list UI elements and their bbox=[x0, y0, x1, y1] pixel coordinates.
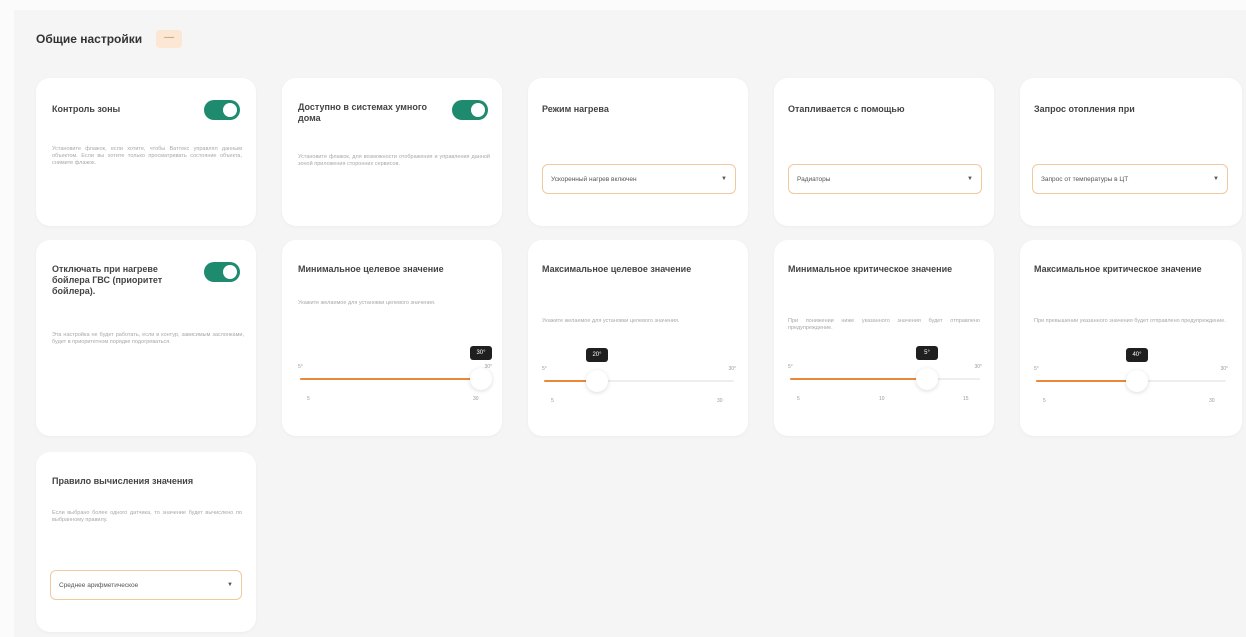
select-value: Ускоренный нагрев включен bbox=[551, 175, 637, 183]
tick-min: 5 bbox=[1043, 398, 1046, 404]
toggle-knob bbox=[223, 265, 237, 279]
slider-thumb[interactable] bbox=[470, 368, 492, 390]
smart-home-toggle[interactable] bbox=[452, 100, 488, 120]
toggle-knob bbox=[223, 103, 237, 117]
card-min-critical: Минимальное критическое значение При пон… bbox=[774, 240, 994, 436]
select-value: Запрос от температуры в ЦТ bbox=[1041, 175, 1129, 183]
slider-value-badge: 40° bbox=[1126, 348, 1148, 362]
card-max-target: Максимальное целевое значение Укажите же… bbox=[528, 240, 748, 436]
card-title: Контроль зоны bbox=[52, 104, 121, 114]
range-min-label: 5° bbox=[788, 364, 793, 370]
card-boiler-disable: Отключать при нагреве бойлера ГВС (приор… bbox=[36, 240, 256, 436]
card-title: Правило вычисления значения bbox=[52, 476, 194, 486]
section-header: Общие настройки — bbox=[36, 30, 183, 48]
card-title: Отапливается с помощью bbox=[788, 104, 905, 114]
range-min-label: 5° bbox=[298, 364, 303, 370]
heating-mode-select[interactable]: Ускоренный нагрев включен ▼ bbox=[542, 164, 736, 194]
card-heat-request: Запрос отопления при Запрос от температу… bbox=[1020, 78, 1242, 226]
range-min-label: 5° bbox=[542, 366, 547, 372]
chevron-up-icon: — bbox=[164, 32, 175, 43]
toggle-knob bbox=[471, 103, 485, 117]
zone-control-toggle[interactable] bbox=[204, 100, 240, 120]
tick-max: 30 bbox=[1209, 398, 1215, 404]
card-title: Максимальное целевое значение bbox=[542, 264, 692, 274]
slider-value-badge: 5° bbox=[916, 346, 938, 360]
slider-thumb[interactable] bbox=[1126, 370, 1148, 392]
tick-min: 5 bbox=[551, 398, 554, 404]
calc-rule-select[interactable]: Среднее арифметическое ▼ bbox=[50, 570, 242, 600]
card-title: Отключать при нагреве бойлера ГВС (приор… bbox=[52, 264, 163, 296]
card-title: Минимальное целевое значение bbox=[298, 264, 444, 274]
card-description: Установите флажок, если хотите, чтобы Ва… bbox=[52, 146, 242, 166]
card-description: Установите флажок, для возможности отобр… bbox=[298, 154, 490, 167]
card-smart-home: Доступно в системах умного дома Установи… bbox=[282, 78, 502, 226]
slider-thumb[interactable] bbox=[916, 368, 938, 390]
max-critical-slider[interactable]: 5° 30° 40° 5 30 bbox=[1034, 348, 1228, 408]
card-zone-control: Контроль зоны Установите флажок, если хо… bbox=[36, 78, 256, 226]
card-heating-mode: Режим нагрева Ускоренный нагрев включен … bbox=[528, 78, 748, 226]
boiler-disable-toggle[interactable] bbox=[204, 262, 240, 282]
tick-min: 5 bbox=[307, 396, 310, 402]
tick-max: 30 bbox=[717, 398, 723, 404]
slider-thumb[interactable] bbox=[586, 370, 608, 392]
tick-min: 5 bbox=[797, 396, 800, 402]
select-value: Радиаторы bbox=[797, 175, 831, 183]
section-title: Общие настройки bbox=[36, 32, 143, 46]
tick-max: 15 bbox=[963, 396, 969, 402]
card-description: Если выбрано более одного датчика, то зн… bbox=[52, 510, 242, 523]
card-calc-rule: Правило вычисления значения Если выбрано… bbox=[36, 452, 256, 632]
caret-down-icon: ▼ bbox=[721, 176, 727, 182]
card-title: Запрос отопления при bbox=[1034, 104, 1135, 114]
tick-max: 30 bbox=[473, 396, 479, 402]
range-max-label: 30° bbox=[974, 364, 982, 370]
card-title: Режим нагрева bbox=[542, 104, 609, 114]
card-title: Максимальное критическое значение bbox=[1034, 264, 1202, 274]
card-description: Укажите желаемое для установки целевого … bbox=[298, 300, 436, 306]
slider-fill bbox=[1036, 380, 1137, 382]
slider-value-badge: 30° bbox=[470, 346, 492, 360]
card-title: Минимальное критическое значение bbox=[788, 264, 953, 274]
max-target-slider[interactable]: 5° 30° 20° 5 30 bbox=[542, 348, 736, 408]
card-description: Укажите желаемое для установки целевого … bbox=[542, 318, 680, 324]
card-heated-by: Отапливается с помощью Радиаторы ▼ bbox=[774, 78, 994, 226]
range-min-label: 5° bbox=[1034, 366, 1039, 372]
heated-by-select[interactable]: Радиаторы ▼ bbox=[788, 164, 982, 194]
min-critical-slider[interactable]: 5° 30° 5° 5 10 15 bbox=[788, 346, 982, 406]
card-max-critical: Максимальное критическое значение При пр… bbox=[1020, 240, 1242, 436]
range-max-label: 30° bbox=[1220, 366, 1228, 372]
caret-down-icon: ▼ bbox=[227, 582, 233, 588]
tick-mid: 10 bbox=[879, 396, 885, 402]
collapse-button[interactable]: — bbox=[156, 30, 183, 48]
card-description: При понижении ниже указанного значения б… bbox=[788, 318, 980, 331]
card-title: Доступно в системах умного дома bbox=[298, 102, 427, 123]
slider-fill bbox=[300, 378, 481, 380]
card-min-target: Минимальное целевое значение Укажите жел… bbox=[282, 240, 502, 436]
card-description: При превышении указанного значения будет… bbox=[1034, 318, 1226, 324]
heat-request-select[interactable]: Запрос от температуры в ЦТ ▼ bbox=[1032, 164, 1228, 194]
select-value: Среднее арифметическое bbox=[59, 581, 139, 589]
slider-fill bbox=[790, 378, 927, 380]
min-target-slider[interactable]: 5° 30° 30° 5 30 bbox=[298, 346, 492, 406]
caret-down-icon: ▼ bbox=[967, 176, 973, 182]
card-description: Эта настройка не будет работать, если в … bbox=[52, 332, 244, 345]
slider-value-badge: 20° bbox=[586, 348, 608, 362]
range-max-label: 30° bbox=[728, 366, 736, 372]
caret-down-icon: ▼ bbox=[1213, 176, 1219, 182]
